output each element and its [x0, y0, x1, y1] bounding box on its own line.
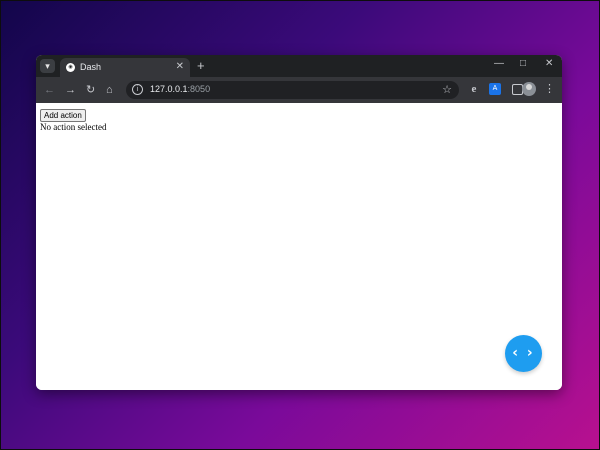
back-button[interactable]: ←: [44, 83, 55, 97]
bookmark-star-icon[interactable]: ☆: [442, 83, 452, 96]
code-toggle-icon[interactable]: ‹ ›: [505, 335, 542, 372]
tab-title: Dash: [80, 62, 102, 72]
tab-close-icon[interactable]: ✕: [176, 61, 184, 72]
tab-search-button[interactable]: ▾: [40, 59, 55, 73]
window-close-button[interactable]: ✕: [545, 58, 553, 69]
status-text: No action selected: [40, 122, 107, 132]
menu-icon[interactable]: ⋮: [544, 82, 555, 96]
address-url[interactable]: 127.0.0.1:8050: [150, 84, 210, 94]
reload-button[interactable]: ↻: [86, 83, 95, 97]
e-icon[interactable]: e: [468, 83, 480, 95]
home-button[interactable]: ⌂: [106, 83, 113, 97]
tab-strip: ▾ ◉ Dash ✕ + — □ ✕: [36, 55, 562, 77]
add-action-button[interactable]: Add action: [40, 109, 86, 122]
maximize-button[interactable]: □: [520, 58, 526, 69]
page-content: Add action No action selected ‹ ›: [36, 103, 562, 390]
new-tab-button[interactable]: +: [197, 58, 205, 73]
dash-favicon-icon: ◉: [66, 63, 75, 72]
site-info-icon[interactable]: i: [132, 84, 143, 95]
translate-icon[interactable]: A: [489, 83, 501, 95]
browser-toolbar: ← → ↻ ⌂ i 127.0.0.1:8050 ☆ e A ⋮: [36, 77, 562, 103]
tab-dash[interactable]: ◉ Dash ✕: [60, 58, 190, 77]
forward-button[interactable]: →: [65, 83, 76, 97]
minimize-button[interactable]: —: [494, 58, 504, 69]
profile-avatar[interactable]: [522, 82, 536, 96]
browser-window: ▾ ◉ Dash ✕ + — □ ✕ ← → ↻ ⌂ i 127.0.0.1:8…: [36, 55, 562, 390]
address-bar[interactable]: i 127.0.0.1:8050 ☆: [126, 81, 459, 99]
